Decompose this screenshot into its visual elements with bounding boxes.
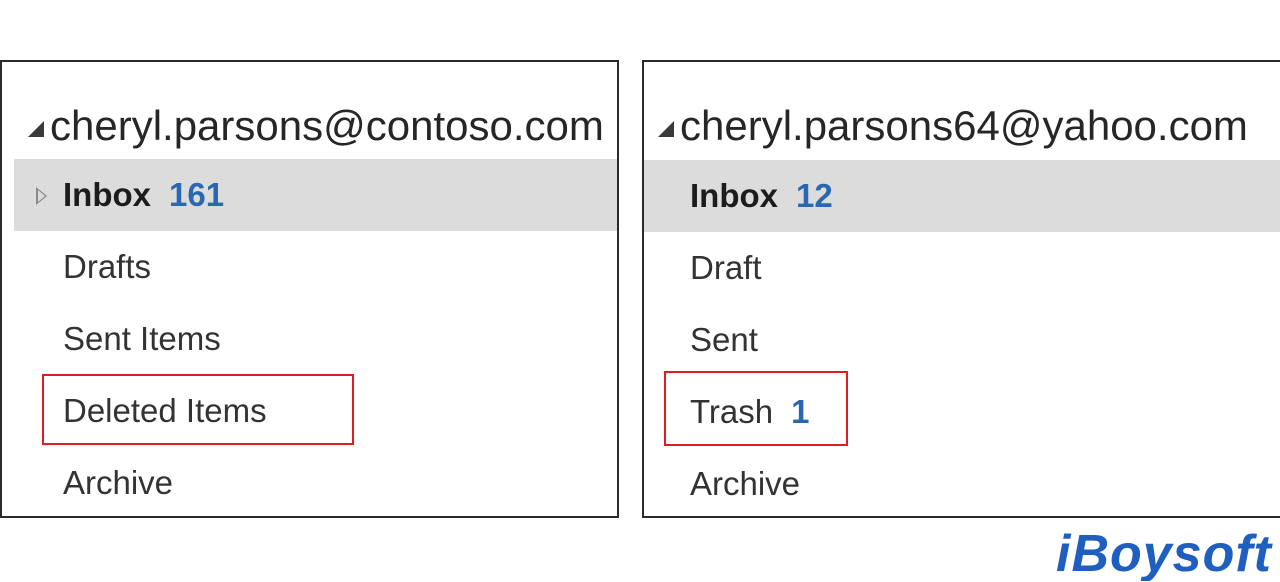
folder-item-sent-items[interactable]: Sent Items — [2, 303, 617, 375]
expand-triangle-icon[interactable] — [36, 187, 47, 205]
account-name: cheryl.parsons@contoso.com — [50, 102, 604, 149]
folder-label: Archive — [690, 465, 801, 502]
logo-wordmark: iBoysoft — [1056, 525, 1274, 581]
folder-item-inbox[interactable]: Inbox 161 — [14, 159, 617, 231]
folder-item-trash[interactable]: Trash 1 — [644, 376, 1280, 448]
collapse-triangle-icon[interactable] — [658, 121, 674, 137]
folder-label: Inbox — [63, 176, 151, 213]
unread-count: 1 — [791, 393, 810, 430]
iboysoft-logo: iBoysoft — [1044, 522, 1274, 582]
unread-count: 12 — [796, 177, 833, 214]
folder-label: Deleted Items — [63, 392, 267, 429]
folder-label: Trash — [690, 393, 774, 430]
folder-label: Sent — [690, 321, 758, 358]
folder-item-inbox[interactable]: Inbox 12 — [644, 160, 1280, 232]
folder-item-sent[interactable]: Sent — [644, 304, 1280, 376]
collapse-triangle-icon[interactable] — [28, 121, 44, 137]
folder-item-deleted-items[interactable]: Deleted Items — [2, 375, 617, 447]
account-header-contoso[interactable]: cheryl.parsons@contoso.com — [28, 100, 604, 152]
folder-label: Sent Items — [63, 320, 221, 357]
folder-label: Draft — [690, 249, 762, 286]
left-folder-pane: cheryl.parsons@contoso.com Inbox 161 Dra… — [0, 60, 619, 518]
folder-label: Archive — [63, 464, 174, 501]
folder-item-drafts[interactable]: Drafts — [2, 231, 617, 303]
svg-text:iBoysoft: iBoysoft — [1056, 525, 1274, 581]
screenshot-canvas: cheryl.parsons@contoso.com Inbox 161 Dra… — [0, 0, 1280, 582]
folder-item-archive[interactable]: Archive — [644, 448, 1280, 516]
folder-item-draft[interactable]: Draft — [644, 232, 1280, 304]
account-header-yahoo[interactable]: cheryl.parsons64@yahoo.com — [658, 100, 1248, 152]
folder-label: Inbox — [690, 177, 778, 214]
unread-count: 161 — [169, 176, 225, 213]
account-name: cheryl.parsons64@yahoo.com — [680, 102, 1248, 149]
right-folder-pane: cheryl.parsons64@yahoo.com Inbox 12 Draf… — [642, 60, 1280, 518]
folder-label: Drafts — [63, 248, 152, 285]
folder-item-archive[interactable]: Archive — [2, 447, 617, 516]
